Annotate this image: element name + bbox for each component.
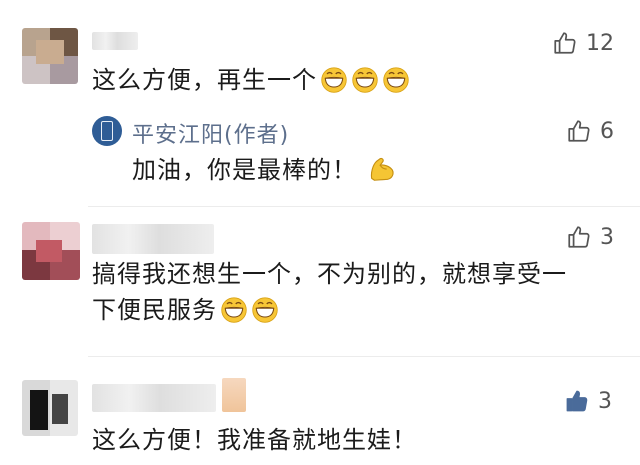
grinning-emoji-icon	[321, 67, 347, 93]
grinning-emoji-icon	[383, 67, 409, 93]
like-button[interactable]: 3	[566, 224, 614, 250]
grinning-emoji-icon	[221, 297, 247, 323]
flexed-biceps-emoji-icon	[370, 157, 394, 181]
divider	[88, 356, 640, 357]
reply-text: 加油，你是最棒的！	[132, 152, 397, 188]
thumbs-up-icon	[568, 226, 590, 248]
commenter-name	[92, 224, 214, 254]
avatar[interactable]	[22, 222, 80, 280]
reply-like-button[interactable]: 6	[566, 118, 614, 144]
avatar[interactable]	[22, 380, 78, 436]
thumbs-up-icon	[554, 32, 576, 54]
grinning-emoji-icon	[252, 297, 278, 323]
comment-text: 这么方便！我准备就地生娃！	[92, 426, 417, 454]
like-button[interactable]: 12	[552, 30, 614, 56]
comment-text: 这么方便，再生一个	[92, 62, 410, 98]
commenter-badge	[222, 378, 246, 412]
like-button[interactable]: 3	[564, 388, 612, 414]
thumbs-up-icon	[568, 120, 590, 142]
avatar[interactable]	[22, 28, 78, 84]
commenter-name	[92, 384, 216, 412]
commenter-name	[92, 32, 138, 50]
thumbs-up-filled-icon	[566, 390, 588, 412]
like-count: 6	[600, 118, 614, 144]
comment-text: 搞得我还想生一个，不为别的，就想享受一 下便民服务	[92, 260, 567, 324]
like-count: 12	[586, 30, 614, 56]
like-count: 3	[598, 388, 612, 414]
like-count: 3	[600, 224, 614, 250]
author-avatar[interactable]	[92, 116, 122, 146]
divider	[88, 206, 640, 207]
grinning-emoji-icon	[352, 67, 378, 93]
author-name[interactable]: 平安江阳(作者)	[132, 117, 289, 149]
